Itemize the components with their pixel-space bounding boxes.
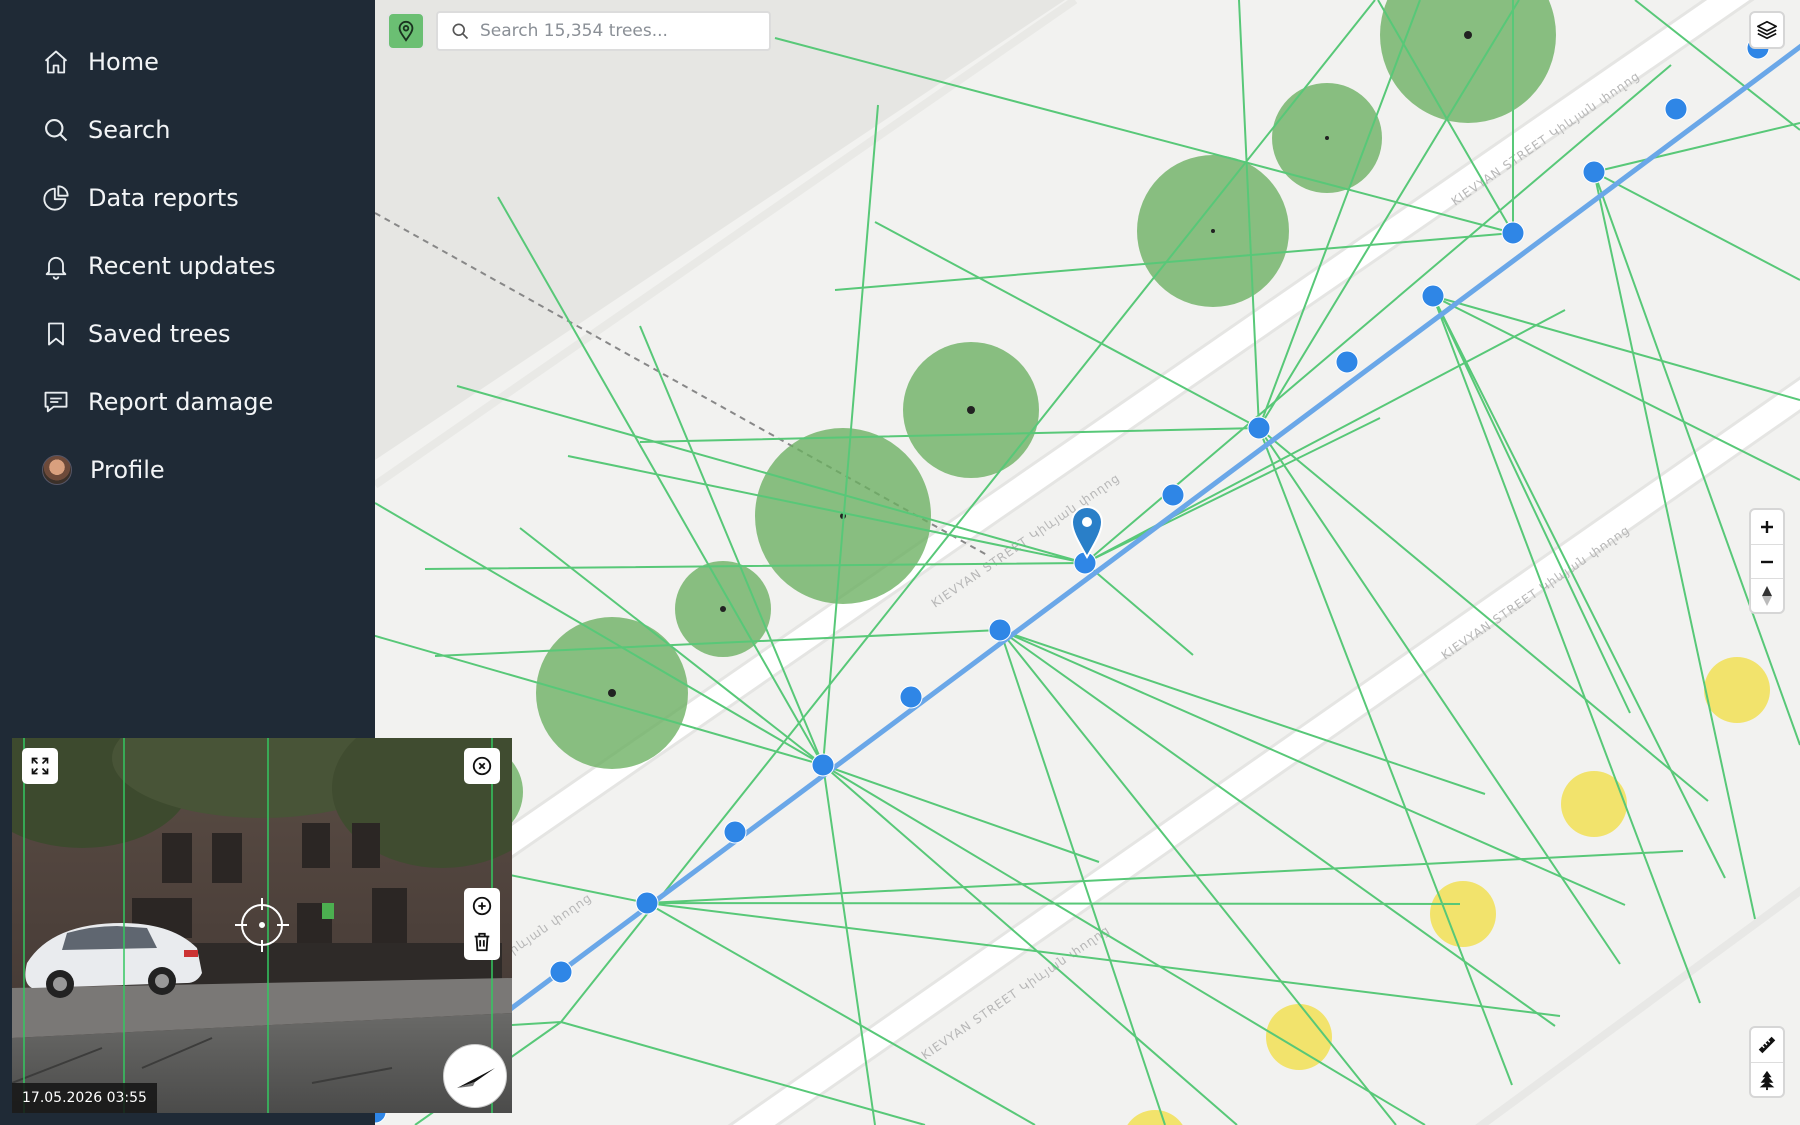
sidebar-item-saved-trees[interactable]: Saved trees xyxy=(0,300,375,368)
track-point[interactable] xyxy=(1335,350,1359,374)
track-point[interactable] xyxy=(899,685,923,709)
street-view-panel[interactable]: 17.05.2026 03:55 xyxy=(12,738,512,1113)
search-input[interactable] xyxy=(480,21,760,41)
sidebar-item-label: Report damage xyxy=(88,388,274,416)
sidebar-item-label: Recent updates xyxy=(88,252,276,280)
track-point[interactable] xyxy=(988,618,1012,642)
layers-button[interactable] xyxy=(1751,13,1783,47)
sidebar-item-recent-updates[interactable]: Recent updates xyxy=(0,232,375,300)
sidebar-item-label: Home xyxy=(88,48,159,76)
tree-highlight[interactable] xyxy=(1704,657,1770,723)
close-button[interactable] xyxy=(464,748,500,784)
sidebar-item-label: Data reports xyxy=(88,184,239,212)
zoom-in-button[interactable] xyxy=(1751,510,1783,544)
track-point[interactable] xyxy=(1501,221,1525,245)
locate-button[interactable] xyxy=(387,12,425,50)
sidebar-item-home[interactable]: Home xyxy=(0,28,375,96)
measure-button[interactable] xyxy=(1751,1028,1783,1062)
track-point[interactable] xyxy=(1161,483,1185,507)
zoom-controls xyxy=(1749,508,1785,614)
add-tree-point-button[interactable] xyxy=(471,888,493,924)
tools-control xyxy=(1749,1026,1785,1098)
minus-icon xyxy=(1761,560,1773,563)
sidebar-item-search[interactable]: Search xyxy=(0,96,375,164)
add-tree-button[interactable] xyxy=(1751,1062,1783,1096)
trash-icon xyxy=(474,932,490,952)
tree-actions xyxy=(464,888,500,960)
zoom-out-button[interactable] xyxy=(1751,544,1783,578)
tree-highlight[interactable] xyxy=(1430,881,1496,947)
layers-control[interactable] xyxy=(1749,11,1785,49)
home-icon xyxy=(44,50,68,74)
track-point[interactable] xyxy=(1421,284,1445,308)
pie-chart-icon xyxy=(43,185,69,211)
bookmark-icon xyxy=(48,322,64,346)
map-view[interactable]: KIEVYAN STREET Կիևյան փողոց KIEVYAN STRE… xyxy=(375,0,1800,1125)
tree-icon xyxy=(1759,1070,1775,1090)
track-point[interactable] xyxy=(1664,97,1688,121)
track-point[interactable] xyxy=(1582,160,1606,184)
ruler-icon xyxy=(1758,1036,1776,1054)
sidebar-item-label: Search xyxy=(88,116,171,144)
expand-icon xyxy=(31,757,49,775)
compass-needle-icon xyxy=(457,1068,495,1088)
search-icon xyxy=(452,23,469,40)
tree-search-field[interactable] xyxy=(436,11,771,51)
sidebar-item-data-reports[interactable]: Data reports xyxy=(0,164,375,232)
heading-compass[interactable] xyxy=(443,1044,507,1108)
track-point[interactable] xyxy=(811,753,835,777)
sidebar-item-label: Saved trees xyxy=(88,320,231,348)
reset-north-button[interactable] xyxy=(1751,578,1783,612)
expand-button[interactable] xyxy=(22,748,58,784)
layers-icon xyxy=(1757,20,1777,40)
street-view-image[interactable] xyxy=(12,738,512,1113)
map-canvas[interactable]: KIEVYAN STREET Կիևյան փողոց KIEVYAN STRE… xyxy=(375,0,1800,1125)
track-point[interactable] xyxy=(635,891,659,915)
avatar xyxy=(42,455,72,485)
bell-icon xyxy=(45,256,67,280)
sidebar-menu: Home Search Data reports Recent updates … xyxy=(0,0,375,504)
sidebar-item-label: Profile xyxy=(90,456,165,484)
sidebar-item-profile[interactable]: Profile xyxy=(0,436,375,504)
track-point[interactable] xyxy=(1247,416,1271,440)
add-circle-icon xyxy=(472,896,492,916)
delete-button[interactable] xyxy=(471,924,493,960)
track-point[interactable] xyxy=(723,820,747,844)
sidebar-item-report-damage[interactable]: Report damage xyxy=(0,368,375,436)
message-icon xyxy=(44,391,68,413)
plus-icon xyxy=(1761,521,1773,533)
track-point[interactable] xyxy=(549,960,573,984)
compass-north-icon xyxy=(1762,585,1772,606)
map-pin-icon xyxy=(398,20,414,42)
search-icon xyxy=(45,119,68,142)
close-circle-icon xyxy=(472,756,492,776)
capture-timestamp: 17.05.2026 03:55 xyxy=(12,1083,157,1113)
